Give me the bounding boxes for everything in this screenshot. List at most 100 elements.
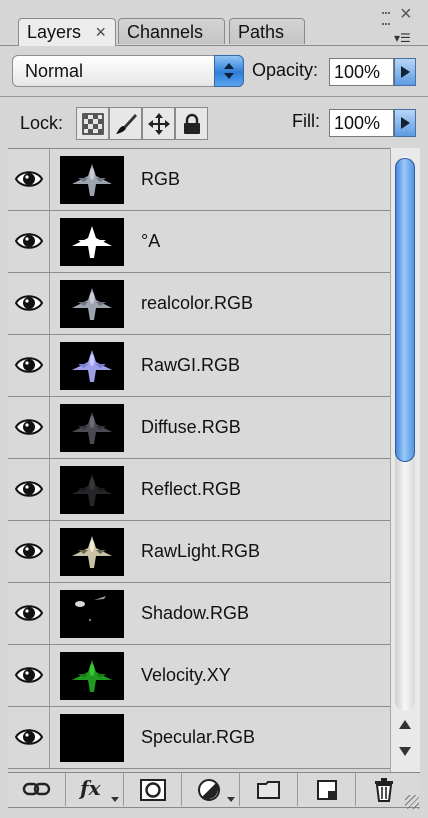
add-layer-mask-button[interactable] <box>124 773 182 806</box>
eye-icon <box>15 233 43 249</box>
layer-thumbnail[interactable] <box>60 156 124 204</box>
layers-toolbar: fx <box>8 772 420 808</box>
tab-label: Paths <box>238 22 285 42</box>
layer-thumbnail[interactable] <box>60 714 124 762</box>
layer-row[interactable]: Shadow.RGB <box>8 583 390 645</box>
layers-scrollbar[interactable] <box>390 148 420 772</box>
layer-mask-icon <box>140 779 166 801</box>
tab-label: Layers <box>27 22 82 42</box>
link-layers-button[interactable] <box>8 773 66 806</box>
scroll-down-icon[interactable] <box>398 744 412 758</box>
new-group-folder-icon <box>257 781 280 799</box>
visibility-toggle[interactable] <box>8 521 50 582</box>
layer-name[interactable]: RawGI.RGB <box>141 335 240 396</box>
blend-mode-select[interactable]: Normal <box>12 55 244 87</box>
visibility-toggle[interactable] <box>8 397 50 458</box>
eye-icon <box>15 171 43 187</box>
chevron-down-icon <box>227 797 235 802</box>
layer-thumbnail-image <box>72 164 112 196</box>
scroll-up-icon[interactable] <box>398 718 412 732</box>
layer-row[interactable]: realcolor.RGB <box>8 273 390 335</box>
trash-icon <box>375 778 393 802</box>
fill-slider-button[interactable] <box>394 109 416 137</box>
new-group-button[interactable] <box>240 773 298 806</box>
tab-channels[interactable]: Channels <box>118 18 225 44</box>
adjustment-layer-icon <box>198 779 220 801</box>
visibility-toggle[interactable] <box>8 335 50 396</box>
eye-icon <box>15 729 43 745</box>
lock-position-button[interactable] <box>142 107 175 140</box>
layer-name[interactable]: realcolor.RGB <box>141 273 253 334</box>
layer-style-fx-icon: fx <box>80 776 101 800</box>
opacity-label: Opacity: <box>252 60 319 80</box>
tab-paths[interactable]: Paths <box>229 18 305 44</box>
tab-layers[interactable]: Layers × <box>18 18 116 46</box>
adjustment-layer-button[interactable] <box>182 773 240 806</box>
layers-panel: × ▾☰ Layers × Channels Paths Normal Opac… <box>0 0 428 818</box>
divider <box>0 96 428 97</box>
visibility-toggle[interactable] <box>8 149 50 210</box>
resize-grip-icon[interactable] <box>405 795 419 809</box>
eye-icon <box>15 605 43 621</box>
delete-layer-button[interactable] <box>356 773 412 806</box>
visibility-toggle[interactable] <box>8 211 50 272</box>
layer-thumbnail-image <box>72 474 112 506</box>
opacity-slider-button[interactable] <box>394 58 416 86</box>
layer-name[interactable]: Diffuse.RGB <box>141 397 241 458</box>
layer-name[interactable]: RGB <box>141 149 180 210</box>
fill-input[interactable]: 100% <box>329 109 394 137</box>
eye-icon <box>15 543 43 559</box>
layer-row[interactable]: Velocity.XY <box>8 645 390 707</box>
layer-name[interactable]: Velocity.XY <box>141 645 231 706</box>
layer-name[interactable]: Reflect.RGB <box>141 459 241 520</box>
layer-thumbnail[interactable] <box>60 652 124 700</box>
eye-icon <box>15 419 43 435</box>
scrollbar-thumb[interactable] <box>395 158 415 462</box>
layer-style-button[interactable]: fx <box>66 773 124 806</box>
layer-row[interactable]: RawLight.RGB <box>8 521 390 583</box>
layer-row[interactable]: Reflect.RGB <box>8 459 390 521</box>
visibility-toggle[interactable] <box>8 273 50 334</box>
layer-row[interactable]: °A <box>8 211 390 273</box>
layer-name[interactable]: °A <box>141 211 160 272</box>
layer-thumbnail-image <box>72 536 112 568</box>
opacity-input[interactable]: 100% <box>329 58 394 86</box>
new-layer-button[interactable] <box>298 773 356 806</box>
layer-name[interactable]: Specular.RGB <box>141 707 255 768</box>
lock-transparent-pixels-icon <box>82 113 104 135</box>
eye-icon <box>15 357 43 373</box>
lock-transparent-pixels-button[interactable] <box>76 107 109 140</box>
new-layer-icon <box>317 780 337 800</box>
lock-image-pixels-icon <box>116 114 137 134</box>
layer-thumbnail[interactable] <box>60 342 124 390</box>
lock-label: Lock: <box>20 113 64 133</box>
visibility-toggle[interactable] <box>8 583 50 644</box>
visibility-toggle[interactable] <box>8 645 50 706</box>
layer-row[interactable]: RGB <box>8 149 390 211</box>
layer-thumbnail-image <box>60 714 124 762</box>
lock-image-pixels-button[interactable] <box>109 107 142 140</box>
layer-thumbnail[interactable] <box>60 404 124 452</box>
layer-thumbnail-image <box>72 288 112 320</box>
layer-thumbnail[interactable] <box>60 528 124 576</box>
layer-name[interactable]: RawLight.RGB <box>141 521 260 582</box>
layer-thumbnail-image <box>72 350 112 382</box>
layer-thumbnail[interactable] <box>60 590 124 638</box>
layer-name[interactable]: Shadow.RGB <box>141 583 249 644</box>
layer-row[interactable]: RawGI.RGB <box>8 335 390 397</box>
layer-thumbnail[interactable] <box>60 280 124 328</box>
fill-label: Fill: <box>292 111 320 131</box>
layer-row[interactable]: Diffuse.RGB <box>8 397 390 459</box>
tab-close-icon[interactable]: × <box>95 19 106 46</box>
blend-mode-stepper-icon[interactable] <box>214 55 244 87</box>
layer-row[interactable]: Specular.RGB <box>8 707 390 769</box>
tab-label: Channels <box>127 22 204 42</box>
layer-thumbnail[interactable] <box>60 466 124 514</box>
blend-mode-value: Normal <box>25 61 84 81</box>
lock-all-icon <box>184 113 200 134</box>
layer-thumbnail[interactable] <box>60 218 124 266</box>
visibility-toggle[interactable] <box>8 459 50 520</box>
layers-list: RGB °A realcolor.RGB RawGI.RGB Diffuse.RGB Re… <box>8 148 390 773</box>
visibility-toggle[interactable] <box>8 707 50 768</box>
lock-all-button[interactable] <box>175 107 208 140</box>
